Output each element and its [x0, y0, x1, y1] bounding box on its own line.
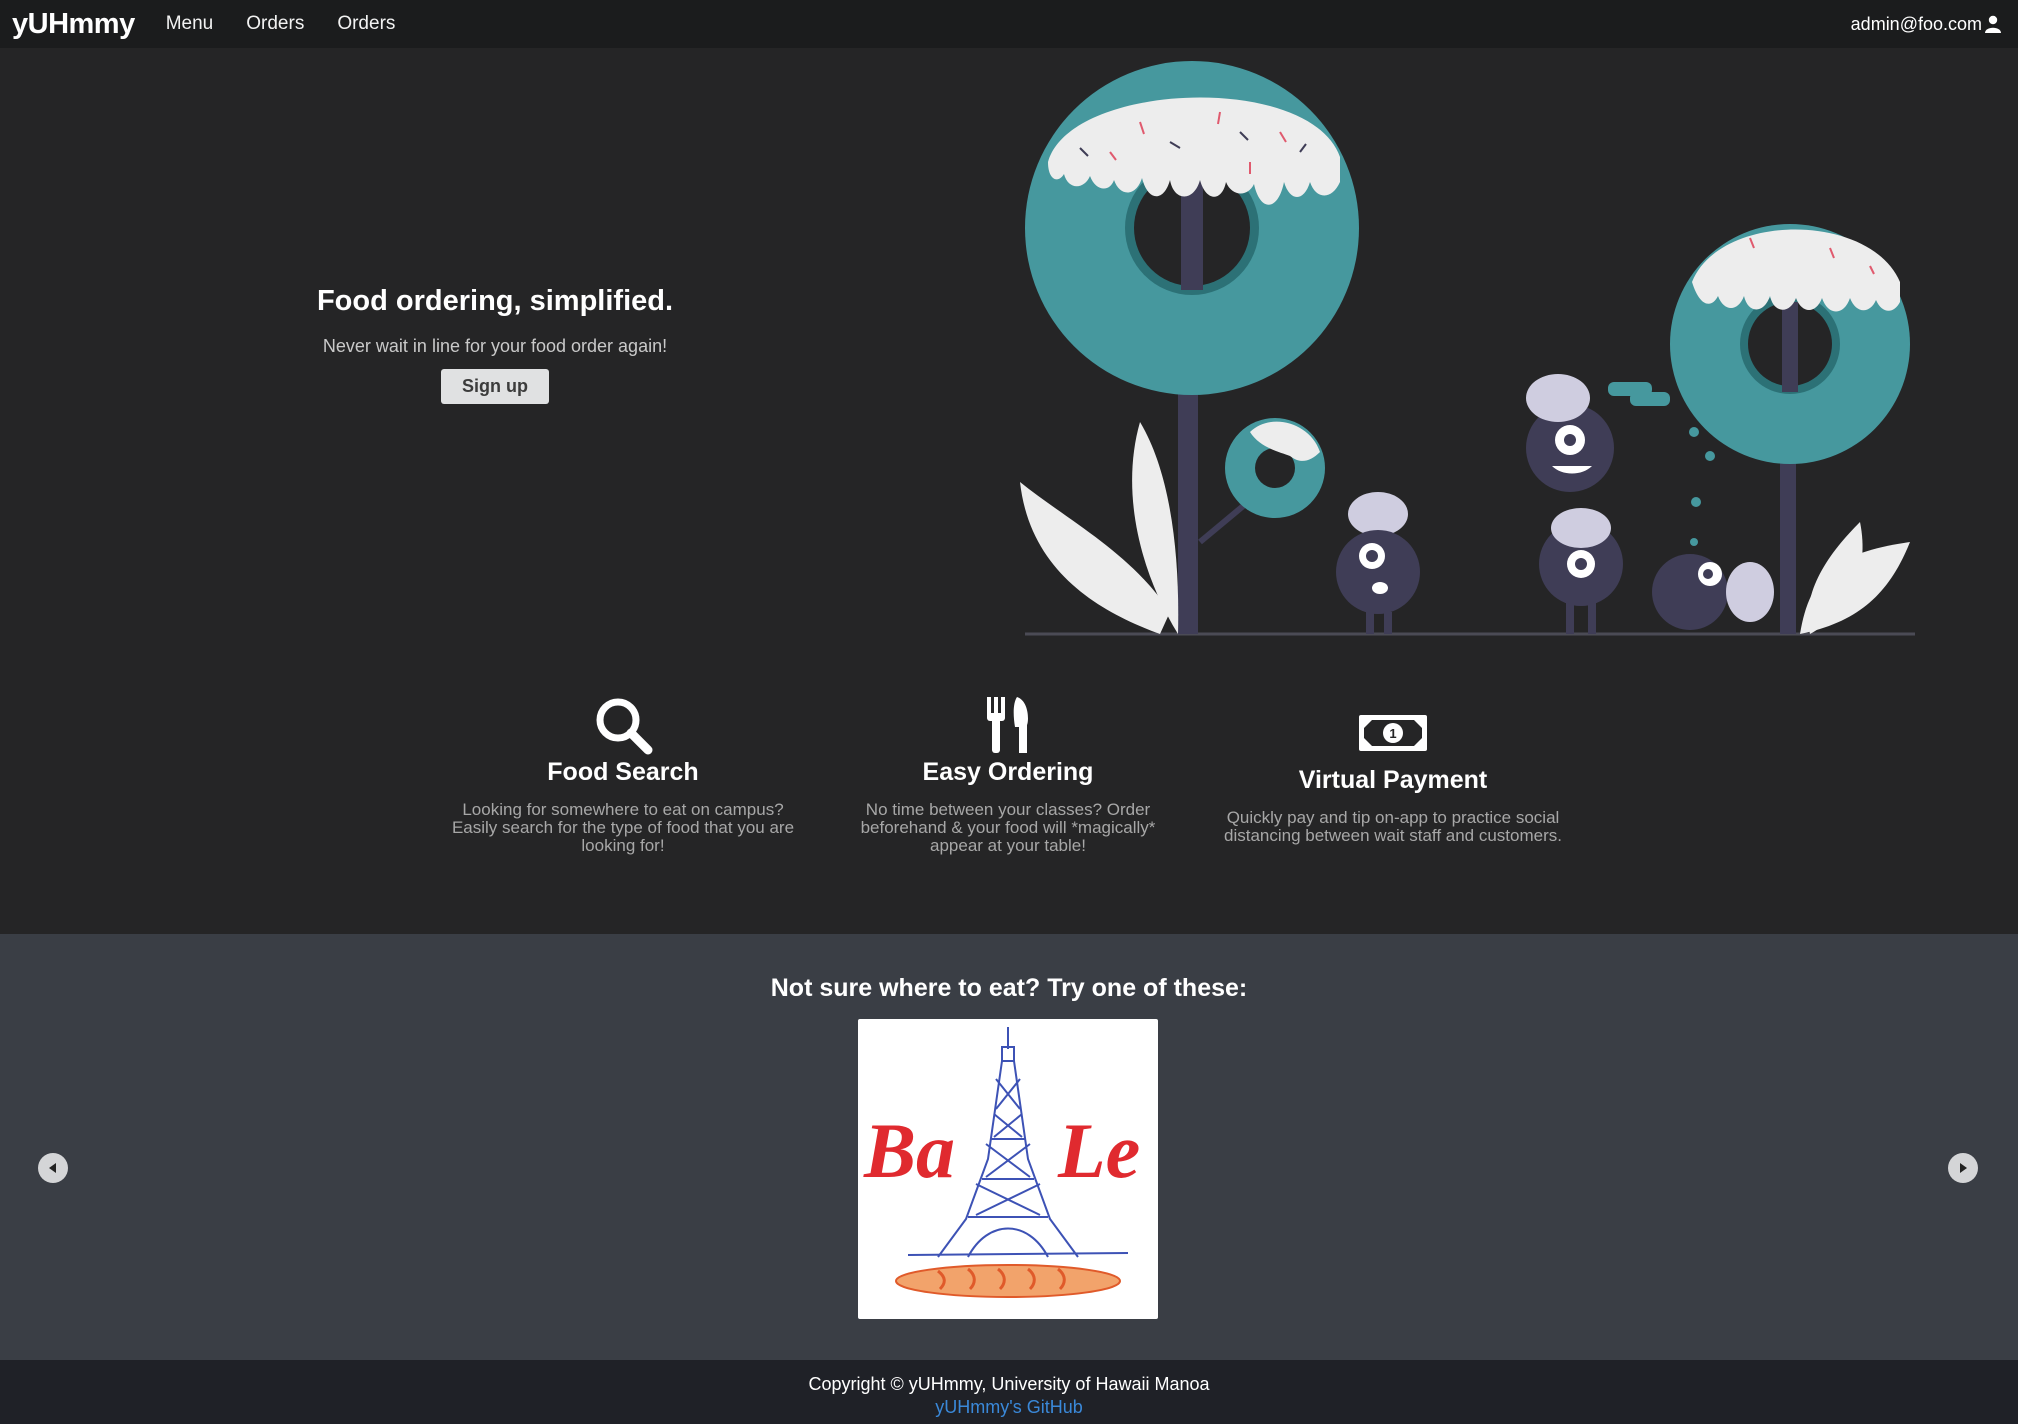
footer: Copyright © yUHmmy, University of Hawaii… [0, 1360, 2018, 1424]
feature-description: No time between your classes? Order befo… [838, 801, 1178, 855]
user-email: admin@foo.com [1850, 13, 1982, 34]
hero-subtitle: Never wait in line for your food order a… [322, 336, 668, 356]
feature-description: Quickly pay and tip on-app to practice s… [1200, 809, 1586, 845]
github-link[interactable]: yUHmmy's GitHub [0, 1397, 2018, 1418]
feature-desc-line: Quickly pay and tip on-app to practice s… [1226, 808, 1560, 827]
brand-logo[interactable]: yUHmmy [12, 8, 135, 41]
user-icon [1985, 15, 2001, 33]
feature-food-search: Food Search Looking for somewhere to eat… [428, 692, 818, 855]
feature-desc-line: beforehand & your food will *magically* [860, 818, 1156, 837]
money-bill-icon: 1 [1200, 700, 1586, 766]
feature-title: Food Search [547, 758, 699, 786]
user-dropdown[interactable]: admin@foo.com [1851, 0, 2002, 48]
feature-desc-line: Easily search for the type of food that … [451, 818, 795, 837]
nav-menu-link[interactable]: Menu [166, 13, 214, 35]
nav-orders-link-2[interactable]: Orders [337, 13, 395, 35]
feature-title: Easy Ordering [922, 758, 1094, 786]
utensils-icon [838, 692, 1178, 758]
copyright-text: Copyright © yUHmmy, University of Hawaii… [808, 1374, 1210, 1394]
restaurant-carousel: Not sure where to eat? Try one of these: [0, 934, 2018, 1360]
chevron-left-icon [49, 1163, 56, 1173]
carousel-prev-button[interactable] [38, 1153, 68, 1183]
feature-title: Virtual Payment [1298, 766, 1488, 794]
feature-virtual-payment: 1 Virtual Payment Quickly pay and tip on… [1200, 700, 1586, 845]
search-icon [428, 692, 818, 758]
svg-text:Le: Le [1057, 1107, 1140, 1194]
feature-desc-line: looking for! [581, 836, 665, 855]
restaurant-logo: Ba Le [863, 1027, 1140, 1298]
donut-monsters-illustration [1020, 61, 1915, 636]
hero-title: Food ordering, simplified. [316, 285, 674, 317]
svg-text:1: 1 [1389, 726, 1396, 741]
nav-orders-link[interactable]: Orders [246, 13, 304, 35]
carousel-next-button[interactable] [1948, 1153, 1978, 1183]
feature-desc-line: Looking for somewhere to eat on campus? [462, 800, 784, 819]
feature-desc-line: distancing between wait staff and custom… [1224, 826, 1562, 845]
feature-desc-line: No time between your classes? Order [865, 800, 1151, 819]
feature-desc-line: appear at your table! [930, 836, 1086, 855]
hero-section: Food ordering, simplified. Never wait in… [250, 285, 740, 404]
chevron-right-icon [1960, 1163, 1967, 1173]
signup-button[interactable]: Sign up [441, 369, 549, 404]
feature-description: Looking for somewhere to eat on campus? … [428, 801, 818, 855]
restaurant-card[interactable]: Ba Le [858, 1019, 1158, 1319]
navbar: yUHmmy Menu Orders Orders admin@foo.com [0, 0, 2018, 48]
carousel-title: Not sure where to eat? Try one of these: [770, 974, 1248, 1002]
feature-easy-ordering: Easy Ordering No time between your class… [838, 692, 1178, 855]
svg-text:Ba: Ba [863, 1107, 955, 1194]
